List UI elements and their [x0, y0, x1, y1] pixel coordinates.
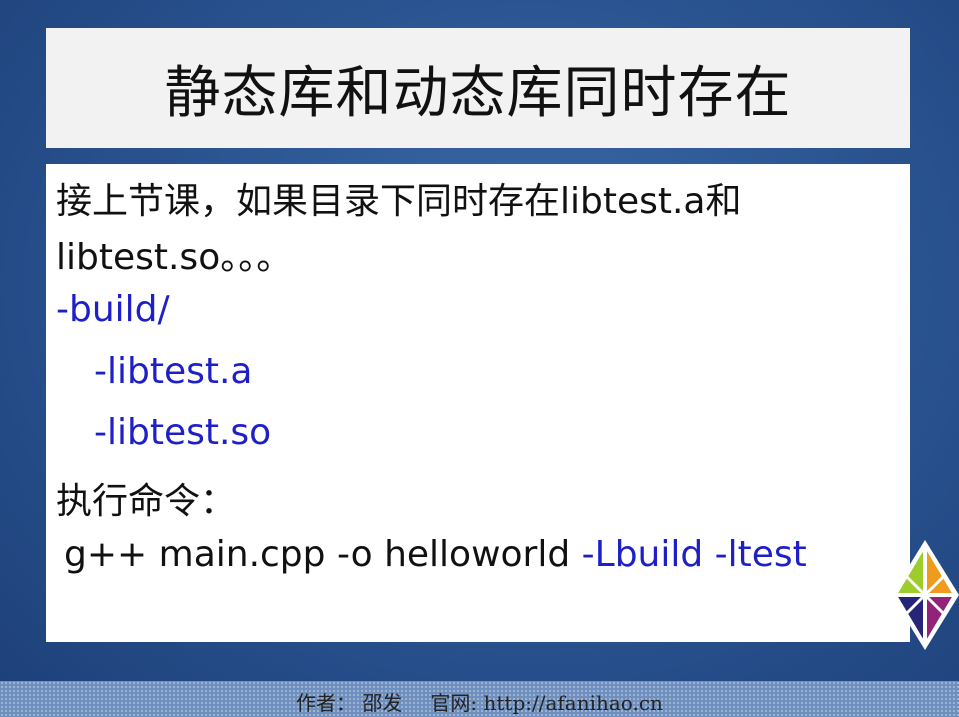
- command-main: g++ main.cpp -o helloworld: [64, 534, 571, 575]
- centos-logo-icon: [891, 540, 959, 650]
- text-line-2: libtest.so。。。: [56, 237, 293, 278]
- text-line-1: 接上节课，如果目录下同时存在libtest.a和: [56, 181, 742, 222]
- command-flags: -Lbuild -ltest: [581, 534, 807, 575]
- file-libtest-so: -libtest.so: [94, 412, 272, 453]
- file-libtest-a: -libtest.a: [94, 351, 253, 392]
- command-label: 执行命令：: [56, 481, 237, 522]
- command-line: g++ main.cpp -o helloworld -Lbuild -ltes…: [64, 534, 807, 575]
- footer-author: 作者： 邵发: [296, 690, 403, 715]
- slide-title: 静态库和动态库同时存在: [164, 60, 792, 126]
- dir-build: -build/: [56, 289, 170, 330]
- footer: 作者： 邵发 官网: http://afanihao.cn: [0, 685, 959, 717]
- footer-site: 官网: http://afanihao.cn: [430, 690, 663, 715]
- title-box: 静态库和动态库同时存在: [46, 28, 910, 148]
- content-box: 接上节课，如果目录下同时存在libtest.a和 libtest.so。。。 -…: [46, 164, 910, 642]
